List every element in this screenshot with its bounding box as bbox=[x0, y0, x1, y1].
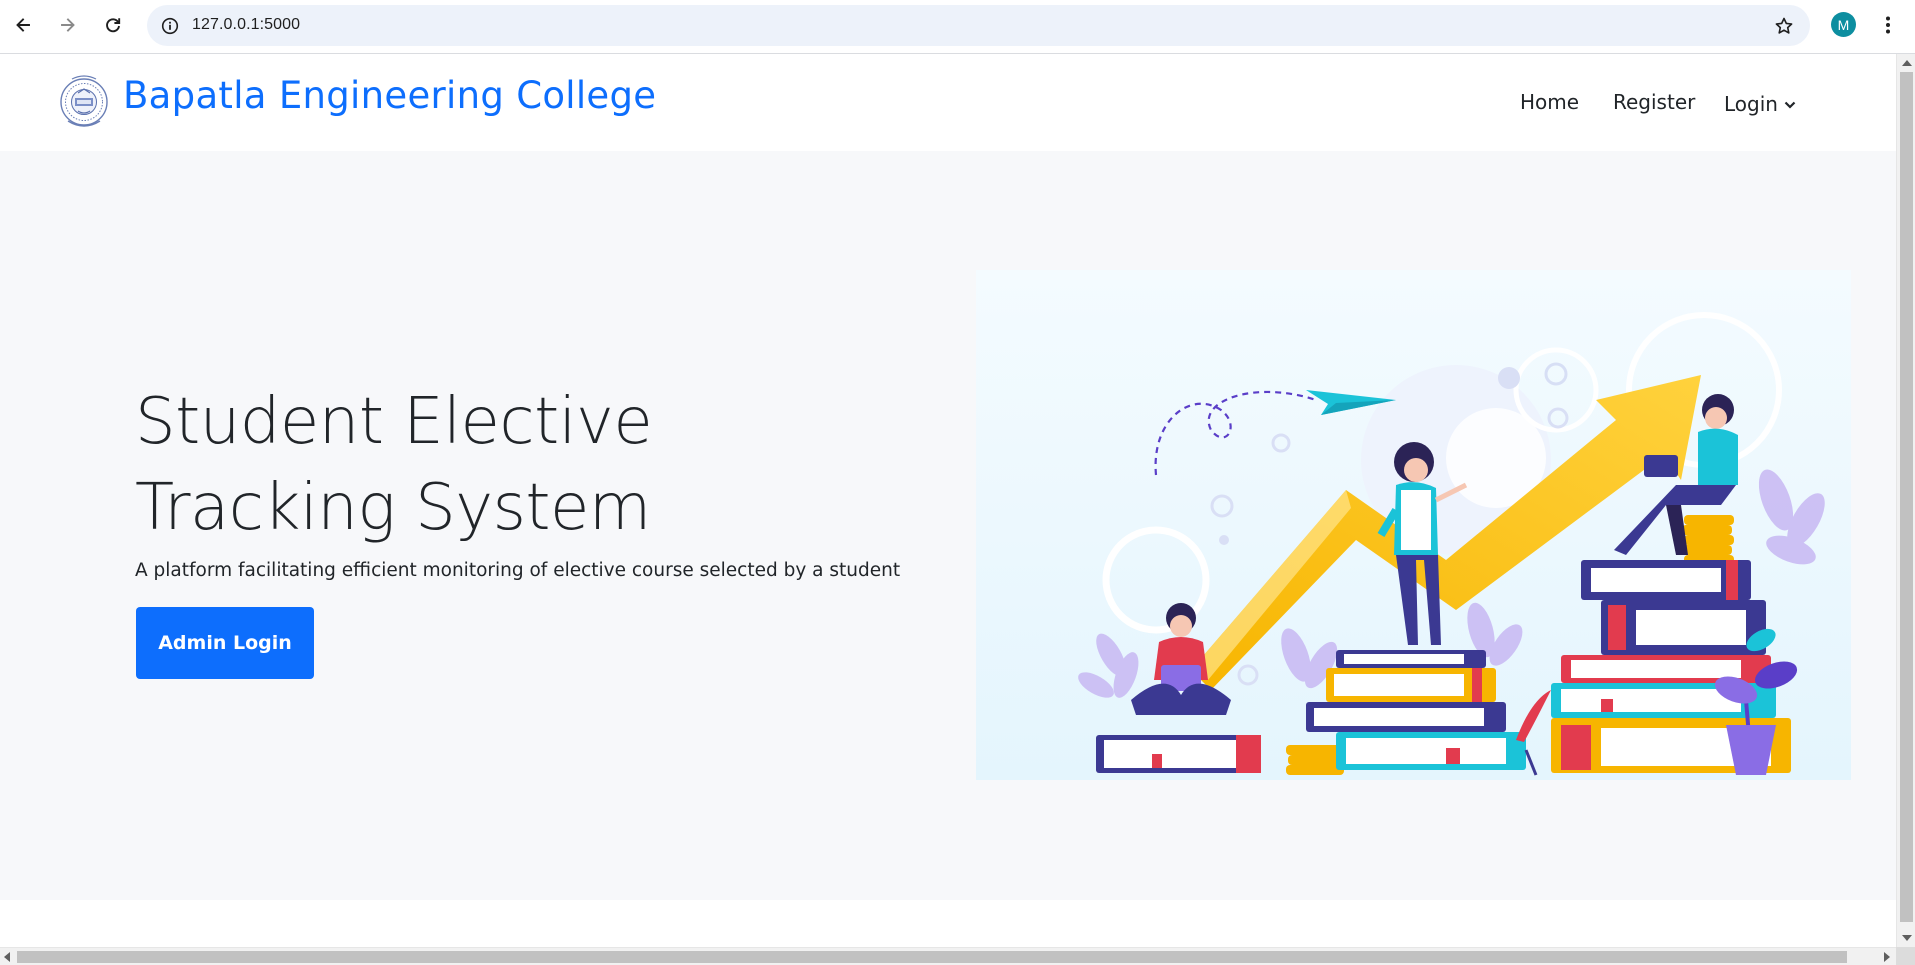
vertical-scrollbar[interactable] bbox=[1896, 54, 1915, 947]
more-vert-icon[interactable] bbox=[1876, 12, 1900, 38]
page-viewport: Bapatla Engineering College Home Registe… bbox=[0, 54, 1896, 947]
forward-icon bbox=[61, 18, 75, 32]
browser-toolbar: 127.0.0.1:5000 M bbox=[0, 0, 1915, 54]
horizontal-scrollbar[interactable] bbox=[0, 947, 1896, 965]
horizontal-scroll-thumb[interactable] bbox=[17, 951, 1847, 963]
nav-home-link[interactable]: Home bbox=[1520, 90, 1579, 114]
scroll-left-icon[interactable] bbox=[4, 952, 10, 962]
scroll-up-icon[interactable] bbox=[1902, 60, 1912, 66]
scroll-down-icon[interactable] bbox=[1902, 935, 1912, 941]
brand-title[interactable]: Bapatla Engineering College bbox=[123, 74, 656, 117]
scrollbar-corner bbox=[1896, 947, 1915, 965]
back-icon bbox=[16, 18, 30, 32]
address-url[interactable]: 127.0.0.1:5000 bbox=[192, 16, 300, 34]
nav-login-dropdown[interactable]: Login bbox=[1724, 90, 1796, 116]
nav-register-link[interactable]: Register bbox=[1613, 90, 1695, 114]
admin-login-button[interactable]: Admin Login bbox=[136, 607, 314, 679]
forward-button[interactable] bbox=[53, 10, 83, 40]
reload-icon bbox=[106, 18, 121, 33]
hero-section: Student Elective Tracking System A platf… bbox=[0, 151, 1896, 900]
vertical-scroll-thumb[interactable] bbox=[1900, 72, 1913, 922]
address-bar[interactable]: 127.0.0.1:5000 bbox=[147, 5, 1810, 46]
site-navbar: Bapatla Engineering College Home Registe… bbox=[0, 54, 1896, 151]
hero-title: Student Elective Tracking System bbox=[135, 385, 653, 545]
chevron-down-icon bbox=[1784, 90, 1796, 114]
site-info-icon[interactable] bbox=[157, 13, 183, 39]
bookmark-star-icon[interactable] bbox=[1772, 14, 1796, 38]
hero-subtitle: A platform facilitating efficient monito… bbox=[135, 560, 901, 581]
back-button[interactable] bbox=[8, 10, 38, 40]
hero-illustration bbox=[976, 270, 1851, 780]
profile-initial: M bbox=[1837, 16, 1850, 33]
college-logo[interactable] bbox=[58, 69, 110, 135]
nav-login-label: Login bbox=[1724, 92, 1778, 116]
reload-button[interactable] bbox=[98, 10, 128, 40]
scroll-right-icon[interactable] bbox=[1884, 952, 1890, 962]
profile-avatar[interactable]: M bbox=[1831, 12, 1856, 37]
